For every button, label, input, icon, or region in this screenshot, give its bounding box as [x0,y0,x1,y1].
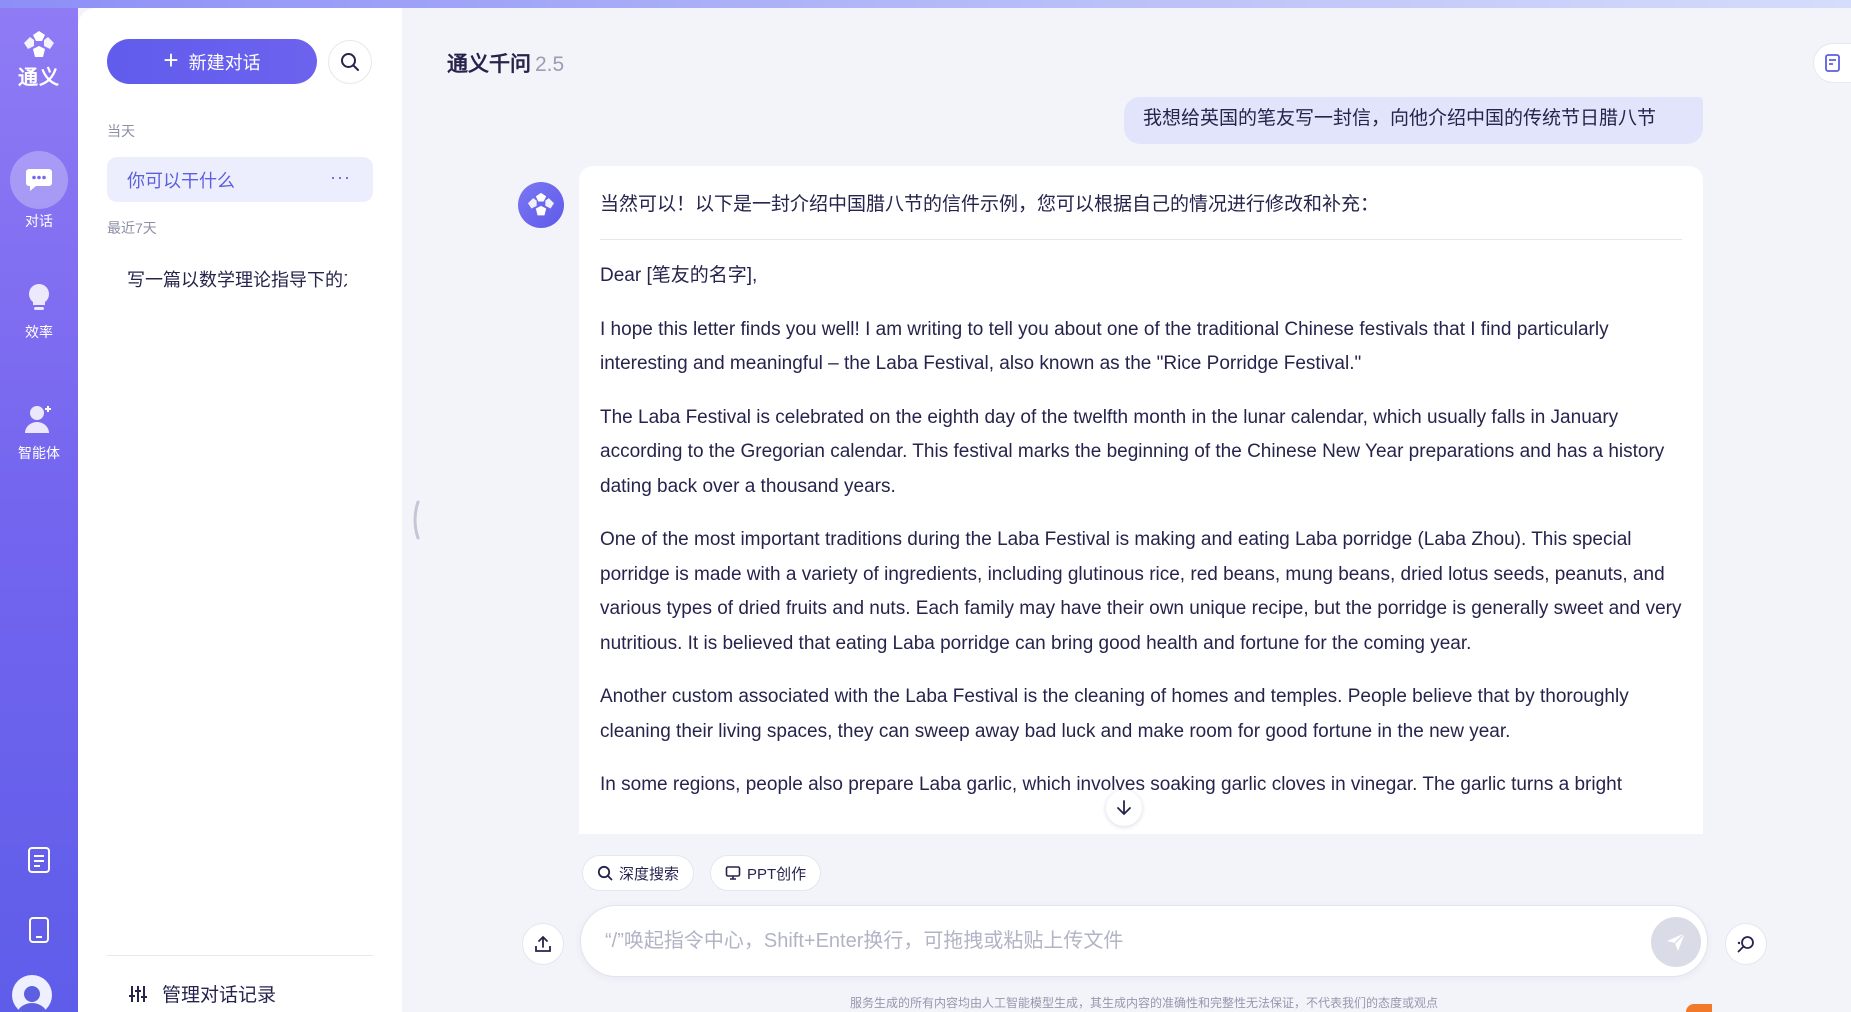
rail-document-button[interactable] [17,838,61,882]
send-icon [1667,932,1686,951]
send-button[interactable] [1651,917,1701,967]
model-version: 2.5 [535,53,565,76]
rail-item-agents[interactable]: 智能体 [0,397,78,463]
lightbulb-icon [29,284,49,310]
manage-history-button[interactable]: 管理对话记录 [128,980,276,1007]
answer-body: Dear [笔友的名字], I hope this letter finds y… [600,259,1690,822]
collapse-arrow-icon [413,500,420,540]
group-label-today: 当天 [107,123,135,139]
answer-paragraph: In some regions, people also prepare Lab… [600,774,1622,795]
answer-paragraph: The Laba Festival is celebrated on the e… [600,406,1665,497]
document-edit-icon [1824,54,1840,72]
manage-history-label: 管理对话记录 [162,985,277,1006]
message-composer [580,905,1708,977]
conversation-item[interactable]: 你可以干什么 ··· [107,157,373,202]
tongyi-logo-icon [24,31,54,57]
answer-paragraph: Another custom associated with the Laba … [600,686,1629,742]
rail-item-label: 效率 [25,324,53,340]
scroll-to-bottom-button[interactable] [1106,790,1142,826]
user-avatar-icon [17,986,47,1012]
ai-assistant-tool-button[interactable] [1725,923,1767,965]
corner-accent [1686,1004,1712,1012]
more-options-icon[interactable]: ··· [330,167,351,188]
top-accent-bar [0,0,1851,8]
page-title: 通义千问 2.5 [447,48,564,78]
rail-item-efficiency[interactable]: 效率 [0,276,78,342]
avatar[interactable] [12,975,52,1012]
rail-item-label: 对话 [25,213,53,229]
brand-name: 通义 [18,67,60,89]
search-button[interactable] [328,40,372,84]
deep-search-chip[interactable]: 深度搜索 [582,855,695,891]
rail-item-label: 智能体 [18,445,60,461]
icon-rail: 通义 对话 效率 智能体 [0,8,78,1012]
magic-search-icon [1737,936,1754,953]
message-input[interactable] [605,922,1605,960]
document-icon [28,847,50,873]
sidebar-divider [107,955,373,956]
group-label-last-7-days: 最近7天 [107,220,157,236]
answer-divider [600,239,1682,240]
answer-paragraph: I hope this letter finds you well! I am … [600,318,1609,375]
tongyi-logo-icon [528,192,554,216]
sidebar-collapse-handle[interactable] [410,500,420,540]
chat-icon [26,169,52,191]
model-name: 通义千问 [447,53,531,76]
answer-paragraph: One of the most important traditions dur… [600,529,1682,654]
new-chat-button[interactable]: + 新建对话 [107,39,317,84]
plus-icon: + [163,45,179,75]
conversation-sidebar: + 新建对话 当天 你可以干什么 ··· 最近7天 写一篇以数学理论指导下的之 … [78,8,402,1012]
conversation-title: 写一篇以数学理论指导下的之 [127,269,347,290]
assistant-avatar [518,182,564,228]
phone-icon [29,917,49,943]
app-logo[interactable]: 通义 [0,30,78,90]
rail-item-chat[interactable]: 对话 [0,151,78,231]
agent-icon [25,406,51,433]
ppt-create-label: PPT创作 [747,865,807,883]
sliders-icon [129,985,147,1002]
conversation-item[interactable]: 写一篇以数学理论指导下的之 [107,256,373,301]
search-icon [597,865,613,881]
arrow-down-icon [1117,800,1131,816]
document-panel-button[interactable] [1813,43,1851,83]
user-message: 我想给英国的笔友写一封信，向他介绍中国的传统节日腊八节 [1124,97,1703,144]
upload-icon [535,935,551,952]
answer-intro: 当然可以！以下是一封介绍中国腊八节的信件示例，您可以根据自己的情况进行修改和补充… [600,194,1380,215]
disclaimer-text: 服务生成的所有内容均由人工智能模型生成，其生成内容的准确性和完整性无法保证，不代… [849,996,1438,1010]
ppt-create-chip[interactable]: PPT创作 [710,855,822,891]
upload-button[interactable] [522,923,564,965]
answer-paragraph: Dear [笔友的名字], [600,265,758,286]
rail-mobile-button[interactable] [17,908,61,952]
assistant-answer: 当然可以！以下是一封介绍中国腊八节的信件示例，您可以根据自己的情况进行修改和补充… [579,166,1703,834]
deep-search-label: 深度搜索 [619,865,680,883]
new-chat-label: 新建对话 [188,52,261,73]
conversation-title: 你可以干什么 [127,170,235,191]
presentation-icon [725,866,741,880]
search-icon [341,53,359,71]
